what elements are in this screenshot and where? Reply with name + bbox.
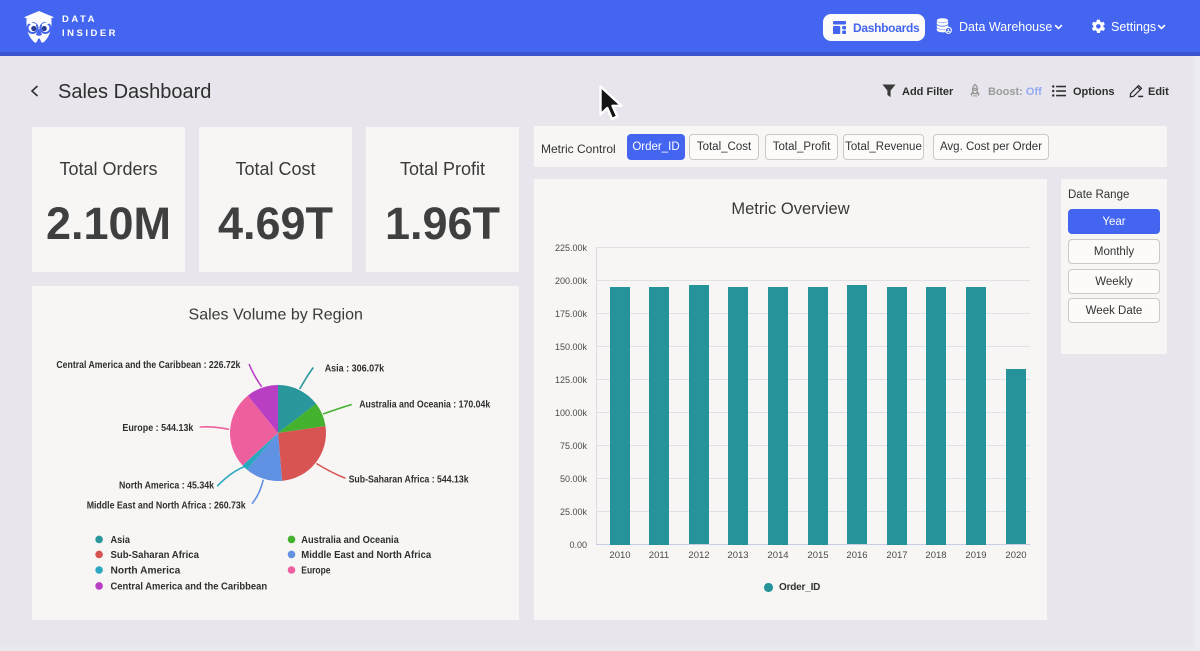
svg-text:Australia and Oceania : 170.04: Australia and Oceania : 170.04k xyxy=(359,400,490,411)
svg-text:Central America and the Caribb: Central America and the Caribbean : 226.… xyxy=(56,360,240,371)
svg-text:North America: North America xyxy=(111,566,181,577)
svg-text:Australia and Oceania: Australia and Oceania xyxy=(301,535,399,546)
svg-text:Asia: Asia xyxy=(111,535,131,546)
svg-text:Central America and the Caribb: Central America and the Caribbean xyxy=(111,581,268,592)
svg-text:Sales Volume by Region: Sales Volume by Region xyxy=(189,307,363,324)
svg-text:Middle East and North Africa: Middle East and North Africa xyxy=(301,550,431,561)
svg-text:Europe : 544.13k: Europe : 544.13k xyxy=(122,423,193,434)
svg-text:Europe: Europe xyxy=(301,566,331,577)
svg-text:Sub-Saharan Africa: Sub-Saharan Africa xyxy=(111,550,200,561)
svg-text:Sub-Saharan Africa : 544.13k: Sub-Saharan Africa : 544.13k xyxy=(349,474,469,485)
svg-text:Middle East and North Africa :: Middle East and North Africa : 260.73k xyxy=(87,500,246,511)
svg-text:Asia : 306.07k: Asia : 306.07k xyxy=(325,364,385,375)
svg-text:North America : 45.34k: North America : 45.34k xyxy=(119,481,214,492)
